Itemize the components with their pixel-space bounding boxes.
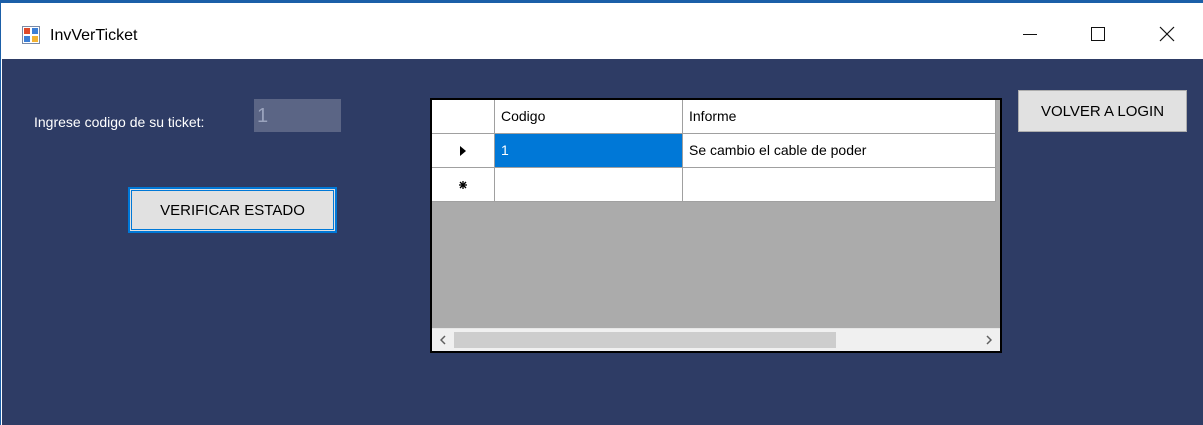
row-header[interactable] bbox=[432, 168, 495, 202]
tickets-data-grid[interactable]: Codigo Informe 1 Se cambio el cable de p… bbox=[430, 98, 1002, 353]
table-row[interactable]: 1 Se cambio el cable de poder bbox=[432, 134, 996, 168]
current-row-arrow-icon bbox=[460, 145, 466, 156]
horizontal-scrollbar[interactable] bbox=[432, 328, 1000, 351]
column-header-informe[interactable]: Informe bbox=[683, 100, 996, 134]
app-window: InvVerTicket Ingrese codigo de su ticket… bbox=[0, 0, 1203, 425]
verify-status-button[interactable]: VERIFICAR ESTADO bbox=[128, 187, 337, 233]
cell-informe[interactable] bbox=[683, 168, 996, 202]
maximize-icon bbox=[1091, 27, 1105, 41]
title-bar[interactable]: InvVerTicket bbox=[1, 3, 1203, 59]
row-header-corner[interactable] bbox=[432, 100, 495, 134]
row-header[interactable] bbox=[432, 134, 495, 168]
back-to-login-button[interactable]: VOLVER A LOGIN bbox=[1018, 90, 1187, 132]
cell-codigo[interactable]: 1 bbox=[495, 134, 683, 168]
close-icon bbox=[1159, 26, 1175, 42]
winforms-app-icon bbox=[22, 26, 40, 44]
verify-status-button-label: VERIFICAR ESTADO bbox=[131, 190, 334, 230]
maximize-button[interactable] bbox=[1064, 6, 1132, 62]
new-table-row[interactable] bbox=[432, 168, 996, 202]
scroll-right-icon bbox=[986, 335, 992, 345]
minimize-button[interactable] bbox=[996, 6, 1064, 62]
scroll-left-icon bbox=[440, 335, 446, 345]
scroll-right-button[interactable] bbox=[978, 329, 1000, 351]
column-header-codigo[interactable]: Codigo bbox=[495, 100, 683, 134]
grid-header-row: Codigo Informe bbox=[432, 100, 996, 134]
cell-informe[interactable]: Se cambio el cable de poder bbox=[683, 134, 996, 168]
cell-codigo[interactable] bbox=[495, 168, 683, 202]
close-button[interactable] bbox=[1133, 6, 1201, 62]
scrollbar-thumb[interactable] bbox=[454, 332, 836, 348]
scroll-left-button[interactable] bbox=[432, 329, 454, 351]
window-title: InvVerTicket bbox=[50, 27, 138, 44]
minimize-icon bbox=[1023, 34, 1037, 35]
new-row-asterisk-icon bbox=[459, 180, 467, 189]
ticket-code-input[interactable] bbox=[254, 99, 341, 132]
ticket-code-label: Ingrese codigo de su ticket: bbox=[34, 114, 205, 130]
